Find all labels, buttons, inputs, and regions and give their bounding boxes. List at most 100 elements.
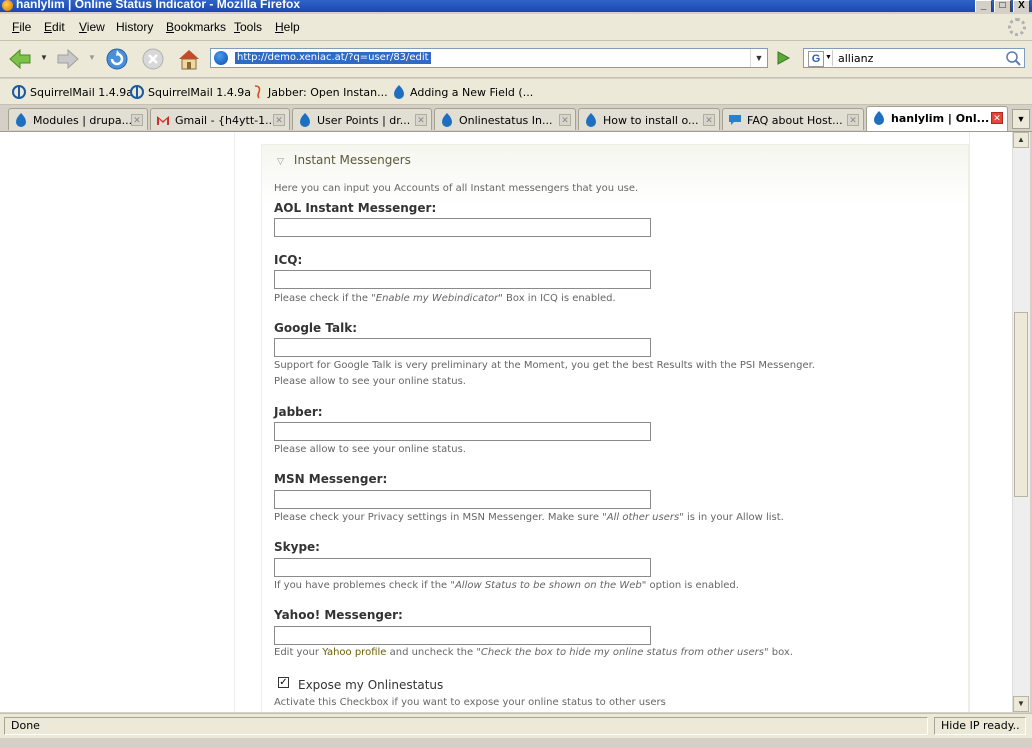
drupal-icon <box>586 113 596 127</box>
stop-icon <box>142 48 164 70</box>
drupal-icon <box>442 113 452 127</box>
msn-input[interactable] <box>274 490 651 509</box>
jabber-input[interactable] <box>274 422 651 441</box>
drupal-icon <box>874 111 884 125</box>
home-button[interactable] <box>176 46 202 72</box>
window-bottom-edge <box>0 738 1032 748</box>
drupal-icon <box>394 85 404 99</box>
tab-strip: Modules | drupa... ✕ Gmail - {h4ytt-1...… <box>0 105 1032 132</box>
yahoo-profile-link[interactable]: Yahoo profile <box>322 647 386 658</box>
instant-messengers-fieldset: ▽ Instant Messengers Here you can input y… <box>261 144 969 712</box>
scroll-thumb[interactable] <box>1014 312 1028 497</box>
menu-edit[interactable]: Edit <box>44 20 65 34</box>
tab-close-icon[interactable]: ✕ <box>415 114 427 126</box>
tab-how-to-install[interactable]: How to install o... ✕ <box>578 108 720 130</box>
tab-close-icon[interactable]: ✕ <box>991 112 1003 124</box>
skype-input[interactable] <box>274 558 651 577</box>
yahoo-input[interactable] <box>274 626 651 645</box>
firefox-logo-icon <box>2 0 13 11</box>
menu-help[interactable]: Help <box>275 20 300 34</box>
tab-close-icon[interactable]: ✕ <box>847 114 859 126</box>
go-button[interactable] <box>775 50 791 66</box>
site-favicon-icon <box>214 51 228 65</box>
jabber-description: Please allow to see your online status. <box>274 444 466 455</box>
url-text[interactable]: http://demo.xeniac.at/?q=user/83/edit <box>235 52 431 64</box>
url-bar[interactable]: http://demo.xeniac.at/?q=user/83/edit ▼ <box>210 48 768 68</box>
msn-description: Please check your Privacy settings in MS… <box>274 512 784 523</box>
google-icon: G <box>808 51 824 67</box>
drupal-icon <box>16 113 26 127</box>
squirrelmail-icon <box>12 85 26 99</box>
magnifier-icon <box>1006 51 1021 66</box>
tab-user-points[interactable]: User Points | dr... ✕ <box>292 108 432 130</box>
page-content: ▽ Instant Messengers Here you can input y… <box>0 132 1012 712</box>
reload-button[interactable] <box>104 46 130 72</box>
forward-button[interactable] <box>54 46 80 72</box>
menu-view[interactable]: View <box>79 20 105 34</box>
gtalk-description-1: Support for Google Talk is very prelimin… <box>274 360 815 371</box>
back-dropdown-icon[interactable]: ▼ <box>40 53 48 62</box>
vertical-scrollbar[interactable]: ▲ ▼ <box>1012 132 1030 712</box>
expose-description: Activate this Checkbox if you want to ex… <box>274 697 666 708</box>
yahoo-label: Yahoo! Messenger: <box>274 608 403 622</box>
home-icon <box>179 50 199 70</box>
tab-gmail[interactable]: Gmail - {h4ytt-1... ✕ <box>150 108 290 130</box>
back-button[interactable] <box>8 46 34 72</box>
bookmark-squirrelmail-1[interactable]: SquirrelMail 1.4.9a <box>12 85 133 99</box>
search-button[interactable] <box>1004 50 1022 66</box>
tab-faq-hosting[interactable]: FAQ about Host... ✕ <box>722 108 864 130</box>
bookmarks-toolbar: SquirrelMail 1.4.9a SquirrelMail 1.4.9a … <box>0 79 1032 105</box>
gtalk-description-2: Please allow to see your online status. <box>274 376 466 387</box>
menu-history[interactable]: History <box>116 20 153 34</box>
minimize-button[interactable]: _ <box>975 0 992 12</box>
gmail-icon <box>157 116 169 125</box>
search-bar[interactable]: G ▼ allianz <box>803 48 1025 68</box>
yahoo-description: Edit your Yahoo profile and uncheck the … <box>274 647 794 658</box>
search-input[interactable]: allianz <box>838 52 873 65</box>
jabber-label: Jabber: <box>274 405 323 419</box>
tab-onlinestatus[interactable]: Onlinestatus In... ✕ <box>434 108 576 130</box>
menu-file[interactable]: File <box>12 20 31 34</box>
url-dropdown-icon[interactable]: ▼ <box>750 49 767 67</box>
tab-hanlylim-active[interactable]: hanlylim | Onl... ✕ <box>866 106 1008 131</box>
forward-dropdown-icon[interactable]: ▼ <box>88 53 96 62</box>
menu-bar: File Edit View History Bookmarks Tools H… <box>0 14 1032 41</box>
icq-label: ICQ: <box>274 253 303 267</box>
fieldset-legend[interactable]: ▽ Instant Messengers <box>277 153 411 167</box>
status-extension-text: Hide IP ready.. <box>934 717 1026 735</box>
tab-close-icon[interactable]: ✕ <box>559 114 571 126</box>
bookmark-squirrelmail-2[interactable]: SquirrelMail 1.4.9a <box>130 85 251 99</box>
gtalk-input[interactable] <box>274 338 651 357</box>
window-titlebar: hanlylim | Online Status Indicator - Moz… <box>0 0 1032 12</box>
expose-checkbox[interactable]: ✓ <box>278 677 289 688</box>
restore-button[interactable]: □ <box>994 0 1011 12</box>
scroll-down-icon[interactable]: ▼ <box>1013 696 1029 712</box>
window-controls: _ □ X <box>975 0 1030 12</box>
tab-close-icon[interactable]: ✕ <box>703 114 715 126</box>
aol-label: AOL Instant Messenger: <box>274 201 437 215</box>
scroll-up-icon[interactable]: ▲ <box>1013 132 1029 148</box>
jabber-bulb-icon <box>254 85 261 99</box>
search-engine-selector[interactable]: G ▼ <box>806 50 833 67</box>
skype-label: Skype: <box>274 540 320 554</box>
close-window-button[interactable]: X <box>1013 0 1030 12</box>
bookmark-jabber[interactable]: Jabber: Open Instan... <box>250 85 388 99</box>
tab-close-icon[interactable]: ✕ <box>131 114 143 126</box>
expose-label[interactable]: Expose my Onlinestatus <box>298 678 443 692</box>
tab-close-icon[interactable]: ✕ <box>273 114 285 126</box>
menu-bookmarks[interactable]: Bookmarks <box>166 20 226 34</box>
bookmark-adding-field[interactable]: Adding a New Field (... <box>392 85 533 99</box>
tab-list-dropdown-icon[interactable]: ▼ <box>1012 109 1030 129</box>
aol-input[interactable] <box>274 218 651 237</box>
icq-input[interactable] <box>274 270 651 289</box>
squirrelmail-icon <box>130 85 144 99</box>
forward-arrow-icon <box>57 48 79 70</box>
back-arrow-icon <box>9 48 31 70</box>
skype-description: If you have problemes check if the "Allo… <box>274 580 739 591</box>
status-bar: Done Hide IP ready.. <box>0 713 1032 738</box>
window-title: hanlylim | Online Status Indicator - Moz… <box>16 0 301 11</box>
go-arrow-icon <box>777 51 791 65</box>
menu-tools[interactable]: Tools <box>234 20 262 34</box>
stop-button[interactable] <box>140 46 166 72</box>
tab-modules[interactable]: Modules | drupa... ✕ <box>8 108 148 130</box>
